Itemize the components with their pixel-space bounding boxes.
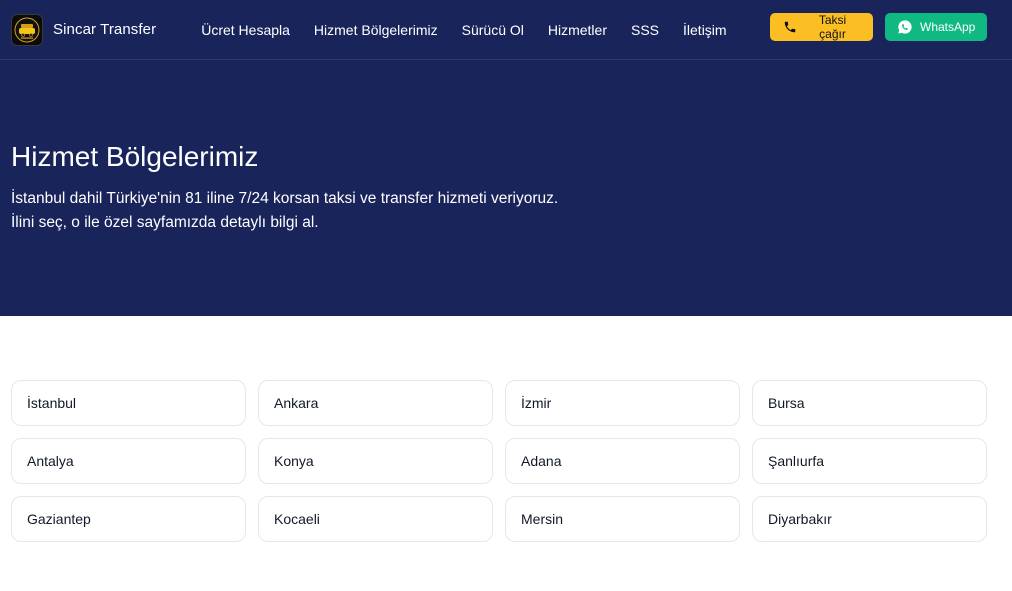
city-card-bursa[interactable]: Bursa [752, 380, 987, 426]
nav-link-sss[interactable]: SSS [631, 22, 659, 38]
city-card-konya[interactable]: Konya [258, 438, 493, 484]
city-card-istanbul[interactable]: İstanbul [11, 380, 246, 426]
phone-icon [784, 21, 796, 33]
call-taxi-label: Taksi çağır [818, 13, 847, 41]
call-taxi-button[interactable]: Taksi çağır [770, 13, 873, 41]
whatsapp-icon [898, 20, 912, 34]
nav-link-iletisim[interactable]: İletişim [683, 22, 727, 38]
main-nav: Ücret Hesapla Hizmet Bölgelerimiz Sürücü… [201, 22, 726, 38]
top-navbar: Sincar Transfer Ücret Hesapla Hizmet Böl… [0, 0, 1012, 60]
city-card-mersin[interactable]: Mersin [505, 496, 740, 542]
nav-link-ucret-hesapla[interactable]: Ücret Hesapla [201, 22, 290, 38]
nav-link-hizmetler[interactable]: Hizmetler [548, 22, 607, 38]
whatsapp-button[interactable]: WhatsApp [885, 13, 987, 41]
taxi-logo-icon[interactable] [11, 13, 43, 46]
city-card-sanliurfa[interactable]: Şanlıurfa [752, 438, 987, 484]
city-card-gaziantep[interactable]: Gaziantep [11, 496, 246, 542]
page-title: Hizmet Bölgelerimiz [11, 141, 259, 172]
brand-name[interactable]: Sincar Transfer [53, 21, 156, 38]
hero-description-line-1: İstanbul dahil Türkiye'nin 81 iline 7/24… [11, 190, 559, 207]
city-card-diyarbakir[interactable]: Diyarbakır [752, 496, 987, 542]
hero-description-line-2: İlini seç, o ile özel sayfamızda detaylı… [11, 214, 319, 231]
city-grid: İstanbul Ankara İzmir Bursa Antalya Kony… [0, 316, 1012, 542]
hero-section: Hizmet Bölgelerimiz İstanbul dahil Türki… [0, 60, 1012, 316]
city-card-izmir[interactable]: İzmir [505, 380, 740, 426]
nav-link-surucu-ol[interactable]: Sürücü Ol [462, 22, 524, 38]
city-card-kocaeli[interactable]: Kocaeli [258, 496, 493, 542]
header-actions: Taksi çağır WhatsApp [770, 13, 987, 41]
city-card-antalya[interactable]: Antalya [11, 438, 246, 484]
city-card-adana[interactable]: Adana [505, 438, 740, 484]
nav-link-hizmet-bolgelerimiz[interactable]: Hizmet Bölgelerimiz [314, 22, 438, 38]
brand[interactable]: Sincar Transfer [11, 13, 156, 46]
city-card-ankara[interactable]: Ankara [258, 380, 493, 426]
whatsapp-label: WhatsApp [920, 20, 976, 34]
